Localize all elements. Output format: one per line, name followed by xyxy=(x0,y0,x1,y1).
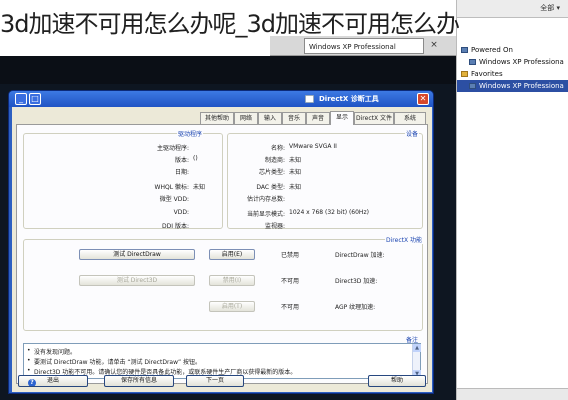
host-tab-vm[interactable]: Windows XP Professional xyxy=(304,38,424,54)
tab-directx-files[interactable]: DirectX 文件 xyxy=(354,112,394,124)
vm-top-strip xyxy=(0,56,456,84)
dxdiag-window: DirectX 诊断工具 _ □ ✕ 系统 DirectX 文件 显示 声音 音… xyxy=(8,90,434,394)
tree-item-vm-selected[interactable]: Windows XP Professiona xyxy=(457,80,568,92)
notes-box[interactable]: 没有发现问题。要测试 DirectDraw 功能，请单击 “测试 DirectD… xyxy=(23,343,421,379)
driver-field-label: 版本: xyxy=(174,157,189,164)
tree-item-vm[interactable]: Windows XP Professiona xyxy=(457,56,568,68)
next-page-label: 下一页 xyxy=(205,377,224,384)
device-field-value: 未知 xyxy=(289,169,302,176)
tab-strip: 系统 DirectX 文件 显示 声音 音乐 输入 网络 其他帮助 xyxy=(12,111,432,125)
tree-item-label: Windows XP Professiona xyxy=(479,58,564,66)
title-bar: DirectX 诊断工具 _ □ ✕ xyxy=(9,91,433,107)
library-filter[interactable]: 全部 ▾ xyxy=(540,3,560,13)
test-feature-button[interactable]: 测试 Direct3D xyxy=(79,275,195,286)
driver-field-label: WHQL 徽标: xyxy=(154,184,189,191)
tree-item-favorites[interactable]: Favorites xyxy=(457,68,568,80)
device-field-value: VMware SVGA II xyxy=(289,143,337,150)
feature-status: 不可用 xyxy=(281,304,300,311)
exit-label: 退出 xyxy=(46,377,59,384)
device-field-value: 未知 xyxy=(289,184,302,191)
watermark-title: 3d加速不可用怎么办呢_3d加速不可用怎么办 xyxy=(0,10,460,38)
tree-item-label: Favorites xyxy=(471,70,503,78)
tab-system[interactable]: 系统 xyxy=(394,112,426,124)
device-field-label: 名称: xyxy=(270,145,285,152)
driver-group-label: 驱动程序 xyxy=(177,129,204,138)
help-label: 帮助 xyxy=(390,377,403,384)
notes-scrollbar[interactable]: ▲ ▼ xyxy=(412,344,421,378)
close-icon[interactable]: × xyxy=(428,39,440,51)
tree-item-label: Windows XP Professiona xyxy=(479,82,564,90)
scroll-up-icon[interactable]: ▲ xyxy=(413,344,421,352)
device-group-label: 设备 xyxy=(405,129,420,138)
device-field-value: 1024 x 768 (32 bit) (60Hz) xyxy=(289,209,369,216)
driver-field-label: VDD: xyxy=(173,209,189,216)
save-all-info-label: 保存所有信息 xyxy=(120,377,157,384)
tab-input[interactable]: 输入 xyxy=(258,112,282,124)
help-icon: ? xyxy=(28,379,36,386)
exit-button[interactable]: ? 退出 xyxy=(18,375,88,387)
vm-icon xyxy=(469,83,476,89)
driver-field-label: 日期: xyxy=(174,169,189,176)
maximize-button[interactable]: □ xyxy=(29,93,41,105)
enable-toggle-button[interactable]: 禁用(I) xyxy=(209,275,255,286)
screenshot: Windows XP Professional × 全部 ▾ Powered O… xyxy=(0,0,568,400)
device-field-label: 当前显示模式: xyxy=(246,211,285,218)
features-group-label: DirectX 功能 xyxy=(385,235,423,244)
feature-name: DirectDraw 加速: xyxy=(335,252,385,259)
driver-field-value: () xyxy=(193,155,198,162)
driver-group xyxy=(23,133,223,229)
tab-sound[interactable]: 声音 xyxy=(306,112,330,124)
device-field-label: DAC 类型: xyxy=(256,184,285,191)
vm-library-panel: 全部 ▾ Powered On Windows XP Professiona F… xyxy=(456,0,568,400)
help-button[interactable]: 帮助 xyxy=(368,375,426,387)
feature-name: AGP 纹理加速: xyxy=(335,304,376,311)
enable-toggle-button[interactable]: 启用(T) xyxy=(209,301,255,312)
driver-field-label: DDI 版本: xyxy=(162,223,189,230)
enable-toggle-button[interactable]: 启用(E) xyxy=(209,249,255,260)
tab-network[interactable]: 网络 xyxy=(234,112,258,124)
save-all-info-button[interactable]: 保存所有信息 xyxy=(104,375,174,387)
dialog-body: 系统 DirectX 文件 显示 声音 音乐 输入 网络 其他帮助 设备 名称:… xyxy=(12,107,432,392)
app-icon xyxy=(305,95,314,103)
device-field-label: 监视器: xyxy=(264,223,285,230)
feature-status: 不可用 xyxy=(281,278,300,285)
tree-item-label: Powered On xyxy=(471,46,513,54)
driver-field-label: 微型 VDD: xyxy=(159,196,189,203)
device-field-label: 芯片类型: xyxy=(258,169,285,176)
note-item: 没有发现问题。 xyxy=(27,347,76,356)
vm-icon xyxy=(461,47,468,53)
tab-music[interactable]: 音乐 xyxy=(282,112,306,124)
driver-field-value: 未知 xyxy=(193,184,206,191)
feature-status: 已禁用 xyxy=(281,252,300,259)
folder-icon xyxy=(461,71,468,77)
next-page-button[interactable]: 下一页 xyxy=(186,375,244,387)
feature-name: Direct3D 加速: xyxy=(335,278,378,285)
note-item: 要测试 DirectDraw 功能，请单击 “测试 DirectDraw” 按钮… xyxy=(27,357,201,366)
tab-display[interactable]: 显示 xyxy=(330,111,354,125)
minimize-button[interactable]: _ xyxy=(15,93,27,105)
device-field-value: 未知 xyxy=(289,157,302,164)
host-tab-label: Windows XP Professional xyxy=(309,43,396,51)
tree-item-powered-on[interactable]: Powered On xyxy=(457,44,568,56)
device-field-label: 估计内存总数: xyxy=(246,196,285,203)
library-header: 全部 ▾ xyxy=(457,0,568,18)
device-field-label: 制造商: xyxy=(264,157,285,164)
close-button[interactable]: ✕ xyxy=(417,93,429,105)
driver-field-label: 主驱动程序: xyxy=(156,145,189,152)
test-feature-button[interactable]: 测试 DirectDraw xyxy=(79,249,195,260)
library-footer xyxy=(457,388,568,400)
display-panel: 设备 名称: VMware SVGA II 制造商: 未知 芯片类型: 未知 DAC 类型:… xyxy=(16,124,428,384)
vm-icon xyxy=(469,59,476,65)
window-title: DirectX 诊断工具 xyxy=(319,95,379,103)
tab-more-help[interactable]: 其他帮助 xyxy=(200,112,234,124)
